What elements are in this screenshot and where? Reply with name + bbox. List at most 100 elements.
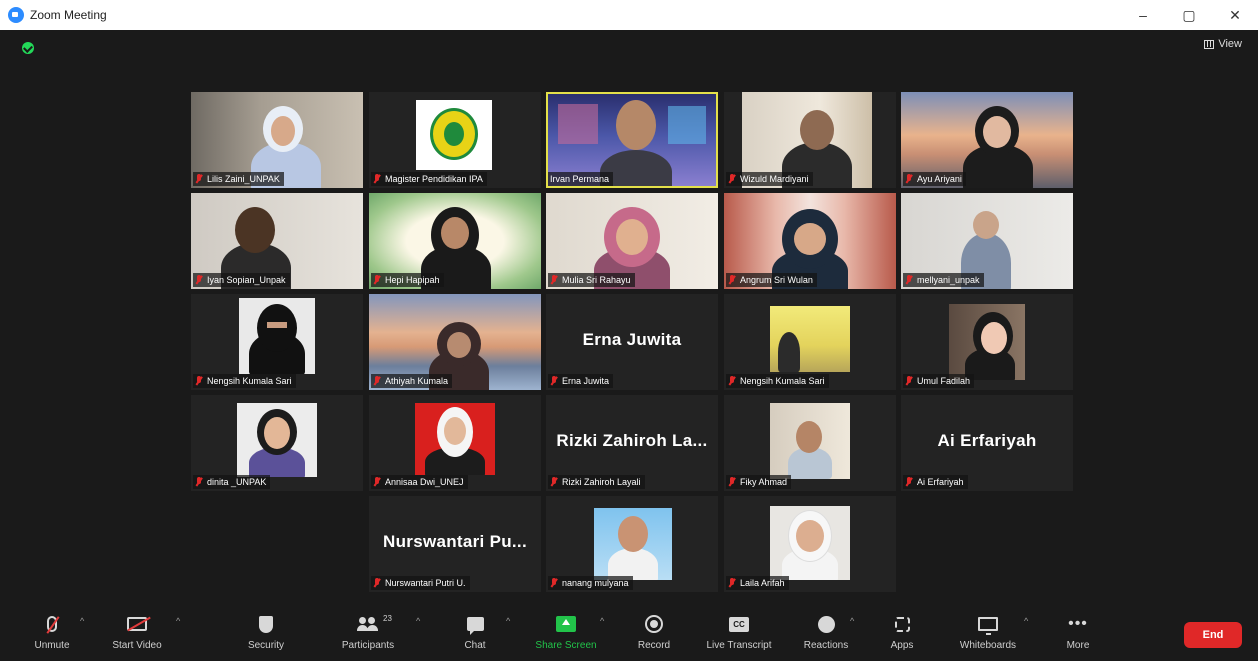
participant-name: Nengsih Kumala Sari bbox=[207, 376, 292, 386]
chat-button[interactable]: Chat bbox=[452, 612, 498, 658]
participant-display-name: Ai Erfariyah bbox=[937, 431, 1037, 450]
participant-name: Ai Erfariyah bbox=[917, 477, 964, 487]
window-title: Zoom Meeting bbox=[30, 8, 107, 22]
end-meeting-button[interactable]: End bbox=[1184, 622, 1242, 648]
encryption-shield-icon[interactable] bbox=[22, 42, 34, 54]
video-tile[interactable]: Erna Juwita Erna Juwita bbox=[546, 294, 718, 390]
participants-button[interactable]: 23 Participants bbox=[330, 612, 406, 658]
video-tile[interactable]: Nurswantari Pu... Nurswantari Putri U. bbox=[369, 496, 541, 592]
reactions-button[interactable]: Reactions bbox=[794, 612, 858, 658]
window-controls: – ▢ ✕ bbox=[1120, 0, 1258, 30]
participant-name: Laila Arifah bbox=[740, 578, 785, 588]
video-tile[interactable]: Nengsih Kumala Sari bbox=[191, 294, 363, 390]
apps-label: Apps bbox=[890, 640, 914, 651]
more-button[interactable]: ••• More bbox=[1056, 612, 1100, 658]
view-button-label: View bbox=[1218, 38, 1242, 50]
whiteboards-button[interactable]: Whiteboards bbox=[950, 612, 1026, 658]
minimize-button[interactable]: – bbox=[1120, 0, 1166, 30]
participant-name: Mulia Sri Rahayu bbox=[562, 275, 631, 285]
video-tile[interactable]: Lilis Zaini_UNPAK bbox=[191, 92, 363, 188]
reactions-options-caret[interactable]: ^ bbox=[850, 616, 854, 626]
participant-name-tag: Nurswantari Putri U. bbox=[371, 576, 470, 590]
title-bar: Zoom Meeting – ▢ ✕ bbox=[0, 0, 1258, 30]
participant-name-tag: Wizuld Mardiyani bbox=[726, 172, 813, 186]
video-tile[interactable]: Hepi Hapipah bbox=[369, 193, 541, 289]
start-video-button[interactable]: Start Video bbox=[102, 612, 172, 658]
restore-button[interactable]: ▢ bbox=[1166, 0, 1212, 30]
participant-name: Nengsih Kumala Sari bbox=[740, 376, 825, 386]
video-tile[interactable]: Ayu Ariyani bbox=[901, 92, 1073, 188]
live-transcript-button[interactable]: CC Live Transcript bbox=[696, 612, 782, 658]
muted-mic-icon bbox=[905, 376, 913, 386]
security-button[interactable]: Security bbox=[236, 612, 296, 658]
participant-name: Nurswantari Putri U. bbox=[385, 578, 466, 588]
video-tile[interactable]: Ai Erfariyah Ai Erfariyah bbox=[901, 395, 1073, 491]
muted-mic-icon bbox=[728, 578, 736, 588]
video-tile[interactable]: Nengsih Kumala Sari bbox=[724, 294, 896, 390]
muted-mic-icon bbox=[373, 275, 381, 285]
video-tile[interactable]: Wizuld Mardiyani bbox=[724, 92, 896, 188]
video-tile[interactable]: dinita _UNPAK bbox=[191, 395, 363, 491]
video-tile[interactable]: Fiky Ahmad bbox=[724, 395, 896, 491]
person-face bbox=[618, 516, 648, 552]
share-options-caret[interactable]: ^ bbox=[600, 616, 604, 626]
whiteboards-label: Whiteboards bbox=[959, 640, 1017, 651]
share-screen-label: Share Screen bbox=[535, 640, 597, 651]
active-speaker-tile[interactable]: Irvan Permana bbox=[546, 92, 718, 188]
muted-mic-icon bbox=[550, 477, 558, 487]
unmute-button[interactable]: Unmute bbox=[24, 612, 80, 658]
chat-options-caret[interactable]: ^ bbox=[506, 616, 510, 626]
participant-display-name: Erna Juwita bbox=[582, 330, 682, 349]
more-label: More bbox=[1066, 640, 1090, 651]
participant-name: Hepi Hapipah bbox=[385, 275, 440, 285]
participant-name: dinita _UNPAK bbox=[207, 477, 267, 487]
view-button[interactable]: View bbox=[1204, 38, 1242, 50]
video-tile[interactable]: Umul Fadilah bbox=[901, 294, 1073, 390]
participant-video bbox=[770, 506, 850, 580]
video-tile[interactable]: mellyani_unpak bbox=[901, 193, 1073, 289]
participant-name-tag: Mulia Sri Rahayu bbox=[548, 273, 635, 287]
participants-options-caret[interactable]: ^ bbox=[416, 616, 420, 626]
audio-options-caret[interactable]: ^ bbox=[80, 616, 84, 626]
participant-display-name: Nurswantari Pu... bbox=[383, 532, 527, 551]
record-button[interactable]: Record bbox=[626, 612, 682, 658]
video-tile[interactable]: Rizki Zahiroh La... Rizki Zahiroh Layali bbox=[546, 395, 718, 491]
muted-mic-icon bbox=[195, 477, 203, 487]
participant-name: mellyani_unpak bbox=[917, 275, 980, 285]
participant-name: Rizki Zahiroh Layali bbox=[562, 477, 641, 487]
video-tile[interactable]: Angrum Sri Wulan bbox=[724, 193, 896, 289]
participant-name-tag: Angrum Sri Wulan bbox=[726, 273, 817, 287]
muted-mic-icon bbox=[728, 477, 736, 487]
participant-name-tag: dinita _UNPAK bbox=[193, 475, 271, 489]
participant-name: Iyan Sopian_Unpak bbox=[207, 275, 286, 285]
video-tile[interactable]: Iyan Sopian_Unpak bbox=[191, 193, 363, 289]
chat-bubble-icon bbox=[466, 617, 484, 635]
video-options-caret[interactable]: ^ bbox=[176, 616, 180, 626]
apps-button[interactable]: Apps bbox=[880, 612, 924, 658]
person-face bbox=[796, 520, 824, 552]
video-tile[interactable]: Athiyah Kumala bbox=[369, 294, 541, 390]
muted-mic-icon bbox=[550, 578, 558, 588]
video-tile[interactable]: Laila Arifah bbox=[724, 496, 896, 592]
close-button[interactable]: ✕ bbox=[1212, 0, 1258, 30]
video-tile[interactable]: nanang mulyana bbox=[546, 496, 718, 592]
reactions-label: Reactions bbox=[803, 640, 849, 651]
video-tile[interactable]: Mulia Sri Rahayu bbox=[546, 193, 718, 289]
muted-mic-icon bbox=[195, 174, 203, 184]
participant-video bbox=[415, 403, 495, 475]
muted-mic-icon bbox=[373, 174, 381, 184]
muted-mic-icon bbox=[905, 275, 913, 285]
video-tile[interactable]: Annisaa Dwi_UNEJ bbox=[369, 395, 541, 491]
studio-backdrop bbox=[558, 104, 598, 144]
whiteboards-options-caret[interactable]: ^ bbox=[1024, 616, 1028, 626]
participant-name-tag: Fiky Ahmad bbox=[726, 475, 792, 489]
person-eyes bbox=[267, 322, 287, 328]
grid-view-icon bbox=[1204, 39, 1215, 49]
participant-name-tag: Erna Juwita bbox=[548, 374, 614, 388]
participant-name: Irvan Permana bbox=[550, 174, 610, 184]
person-face bbox=[235, 207, 275, 253]
share-screen-button[interactable]: Share Screen bbox=[528, 612, 604, 658]
video-tile[interactable]: Magister Pendidikan IPA bbox=[369, 92, 541, 188]
muted-microphone-icon bbox=[47, 616, 57, 632]
participants-label: Participants bbox=[341, 640, 395, 651]
